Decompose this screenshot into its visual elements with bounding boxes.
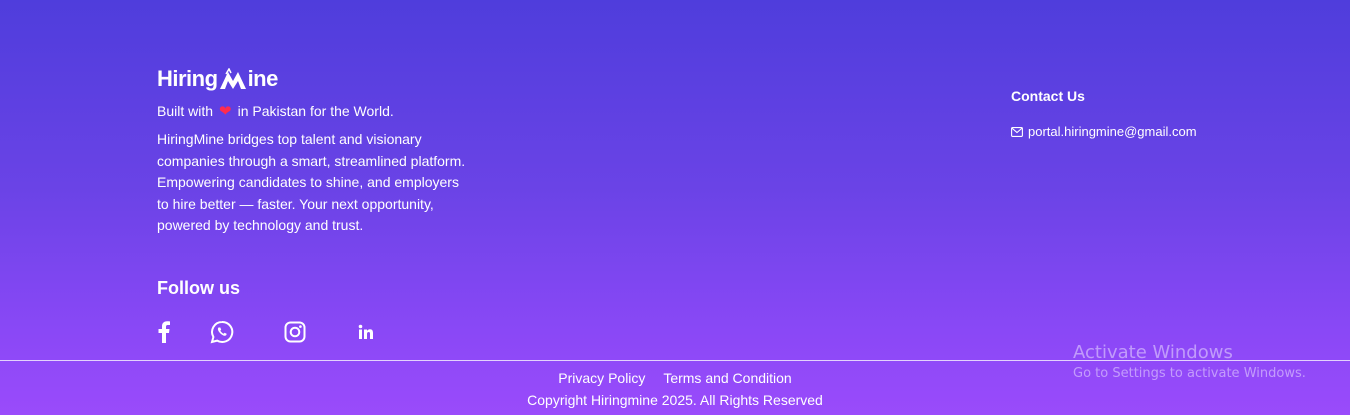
hiringmine-logo[interactable]: Hiring ine xyxy=(157,66,477,92)
privacy-policy-link[interactable]: Privacy Policy xyxy=(558,370,645,386)
copyright-text: Copyright Hiringmine 2025. All Rights Re… xyxy=(527,392,823,408)
watermark-title: Activate Windows xyxy=(1073,342,1233,363)
watermark-subtitle: Go to Settings to activate Windows. xyxy=(1073,366,1306,381)
heart-icon: ❤ xyxy=(219,103,232,120)
instagram-icon[interactable] xyxy=(283,320,307,344)
windows-activation-watermark: Activate Windows Go to Settings to activ… xyxy=(1073,342,1306,381)
follow-us-heading: Follow us xyxy=(157,278,240,298)
terms-and-condition-link[interactable]: Terms and Condition xyxy=(663,370,791,386)
logo-text-mine: ine xyxy=(247,66,279,91)
contact-email-link[interactable]: portal.hiringmine@gmail.com xyxy=(1011,124,1197,139)
social-links xyxy=(157,320,378,344)
tagline: Built with ❤ in Pakistan for the World. xyxy=(157,102,477,120)
mountain-logo-icon xyxy=(219,68,246,89)
whatsapp-icon[interactable] xyxy=(210,320,234,344)
company-description: HiringMine bridges top talent and vision… xyxy=(157,131,466,234)
footer-about: Hiring ine Built with ❤ in Pakistan for … xyxy=(157,66,477,237)
mail-icon xyxy=(1011,126,1023,137)
contact-email-text: portal.hiringmine@gmail.com xyxy=(1028,124,1197,139)
facebook-icon[interactable] xyxy=(157,320,171,344)
tagline-prefix: Built with xyxy=(157,103,214,119)
linkedin-icon[interactable] xyxy=(354,320,378,344)
tagline-suffix: in Pakistan for the World. xyxy=(237,103,394,119)
contact-us-heading: Contact Us xyxy=(1011,88,1085,104)
contact-section: Contact Us portal.hiringmine@gmail.com xyxy=(1011,88,1197,139)
logo-text-hiring: Hiring xyxy=(157,66,218,91)
